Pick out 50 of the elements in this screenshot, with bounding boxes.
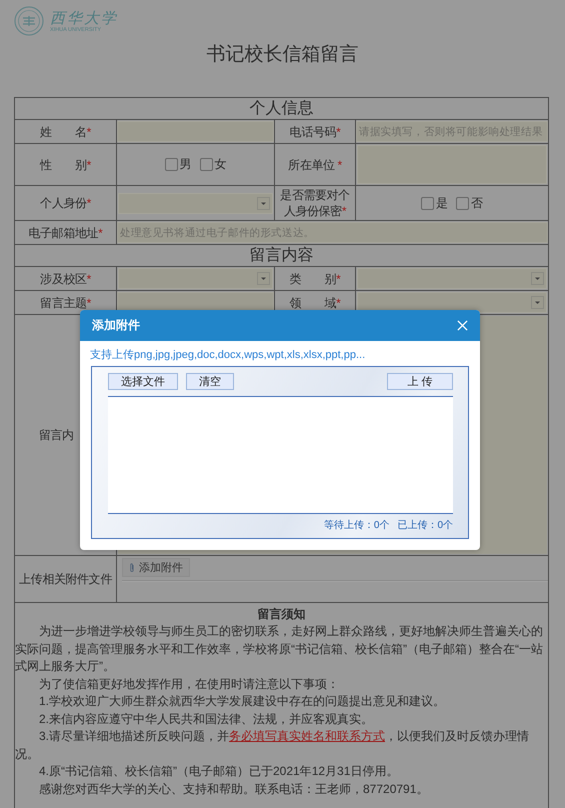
dialog-button[interactable]: 选择文件 bbox=[108, 373, 178, 390]
university-name: 西华大学 bbox=[50, 8, 118, 26]
field-label: 涉及校区* bbox=[40, 272, 91, 286]
checkbox-label: 男 bbox=[180, 156, 192, 173]
notice-paragraph: 1.学校欢迎广大师生群众就西华大学发展建设中存在的问题提出意见和建议。 bbox=[38, 693, 446, 710]
field-label: 姓 名* bbox=[40, 124, 91, 138]
checkbox[interactable] bbox=[421, 196, 434, 210]
add-attachment-button[interactable]: 添加附件 bbox=[122, 558, 190, 577]
notice-paragraph: 感谢您对西华大学的关心、支持和帮助。联系电话：王老师，87720791。 bbox=[38, 780, 430, 798]
upload-status: 已上传：0个 bbox=[397, 518, 453, 532]
field-label: 电子邮箱地址* bbox=[28, 226, 102, 240]
dropdown-field[interactable] bbox=[118, 268, 273, 289]
close-icon[interactable] bbox=[457, 320, 468, 331]
notice-paragraph: 为进一步增进学校领导与师生员工的密切联系，走好网上群众路线，更好地解决师生普遍关心的实际问题，提高管理服务水平和工作效率，学校将原“书记信箱、校长信箱”（电子邮箱）整合在“一站式网上服务大厅”。 bbox=[15, 623, 544, 675]
dropdown-field[interactable] bbox=[357, 268, 547, 289]
field-label: 类 别* bbox=[290, 272, 340, 286]
notice-paragraph: 4.原“书记信箱、校长信箱”（电子邮箱）已于2021年12月31日停用。 bbox=[38, 763, 400, 780]
notice-paragraph: 为了使信箱更好地发挥作用，在使用时请注意以下事项： bbox=[38, 676, 340, 692]
upload-status: 等待上传：0个 bbox=[324, 518, 390, 532]
checkbox-label: 否 bbox=[471, 194, 483, 212]
dropdown-field[interactable] bbox=[357, 292, 547, 313]
field-label: 电话号码* bbox=[290, 124, 340, 138]
section-heading: 留言内容 bbox=[250, 247, 314, 264]
university-emblem-icon bbox=[14, 6, 44, 36]
section-heading: 个人信息 bbox=[250, 100, 314, 117]
field-label: 所在单位 * bbox=[288, 158, 342, 172]
field-label: 性 别* bbox=[40, 158, 91, 172]
field-label: 留言内 bbox=[39, 428, 74, 442]
dialog-title: 添加附件 bbox=[92, 317, 140, 334]
dialog-button[interactable]: 清空 bbox=[186, 373, 234, 390]
input-field[interactable] bbox=[357, 145, 547, 184]
checkbox[interactable] bbox=[456, 196, 469, 210]
checkbox[interactable] bbox=[164, 158, 178, 171]
input-field[interactable] bbox=[117, 121, 274, 142]
paperclip-icon bbox=[129, 562, 135, 574]
dropdown-field[interactable] bbox=[118, 192, 273, 214]
notice-paragraph: 2.来信内容应遵守中华人民共和国法律、法规，并应客观真实。 bbox=[38, 710, 374, 728]
field-label: 是否需要对个人身份保密* bbox=[280, 188, 350, 218]
field-label: 上传相关附件文件 bbox=[19, 572, 112, 586]
page-title: 书记校长信箱留言 bbox=[206, 43, 360, 67]
notice-paragraph: 3.请尽量详细地描述所反映问题，并务必填写真实姓名和联系方式，以便我们及时反馈办理情况。 bbox=[15, 728, 530, 762]
field-label: 个人身份* bbox=[40, 196, 91, 210]
notice-title: 留言须知 bbox=[256, 606, 306, 623]
checkbox[interactable] bbox=[200, 158, 212, 171]
upload-button[interactable]: 上 传 bbox=[387, 373, 453, 390]
checkbox-label: 女 bbox=[214, 156, 226, 173]
field-label: 领 域* bbox=[290, 296, 340, 310]
checkbox-label: 是 bbox=[436, 194, 448, 212]
field-label: 留言主题* bbox=[40, 296, 91, 310]
file-type-hint: 支持上传png,jpg,jpeg,doc,docx,wps,wpt,xls,xlsx,ppt,pp... bbox=[89, 348, 366, 363]
